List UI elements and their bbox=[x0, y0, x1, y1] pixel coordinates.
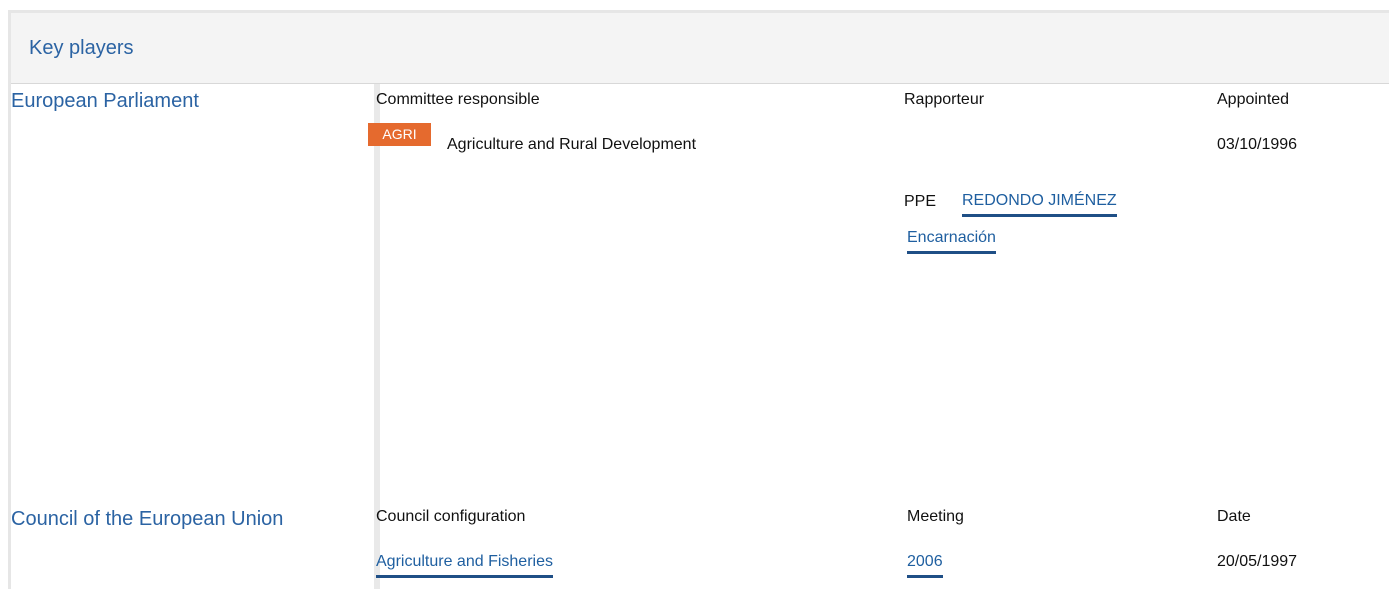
council-date: 20/05/1997 bbox=[1217, 553, 1298, 570]
meeting-link[interactable]: 2006 bbox=[907, 551, 943, 578]
section-title: Key players bbox=[29, 37, 134, 59]
institution-european-parliament: European Parliament bbox=[11, 90, 199, 112]
section-header: Key players bbox=[11, 13, 1389, 84]
rapporteur-name-link[interactable]: REDONDO JIMÉNEZ bbox=[962, 190, 1117, 217]
appointed-date: 03/10/1996 bbox=[1217, 136, 1298, 153]
committee-code-badge: AGRI bbox=[368, 123, 431, 146]
committee-name: Agriculture and Rural Development bbox=[447, 136, 697, 153]
column-header-meeting: Meeting bbox=[907, 508, 964, 525]
institution-council: Council of the European Union bbox=[11, 508, 284, 530]
rapporteur-name-link-line2[interactable]: Encarnación bbox=[907, 227, 996, 254]
rapporteur-group: PPE bbox=[904, 193, 937, 210]
column-header-committee: Committee responsible bbox=[376, 91, 540, 108]
column-header-date: Date bbox=[1217, 508, 1251, 525]
key-players-panel: Key players bbox=[8, 10, 1389, 589]
column-header-appointed: Appointed bbox=[1217, 91, 1290, 108]
column-header-rapporteur: Rapporteur bbox=[904, 91, 985, 108]
column-header-configuration: Council configuration bbox=[376, 508, 526, 525]
council-configuration-link[interactable]: Agriculture and Fisheries bbox=[376, 551, 553, 578]
